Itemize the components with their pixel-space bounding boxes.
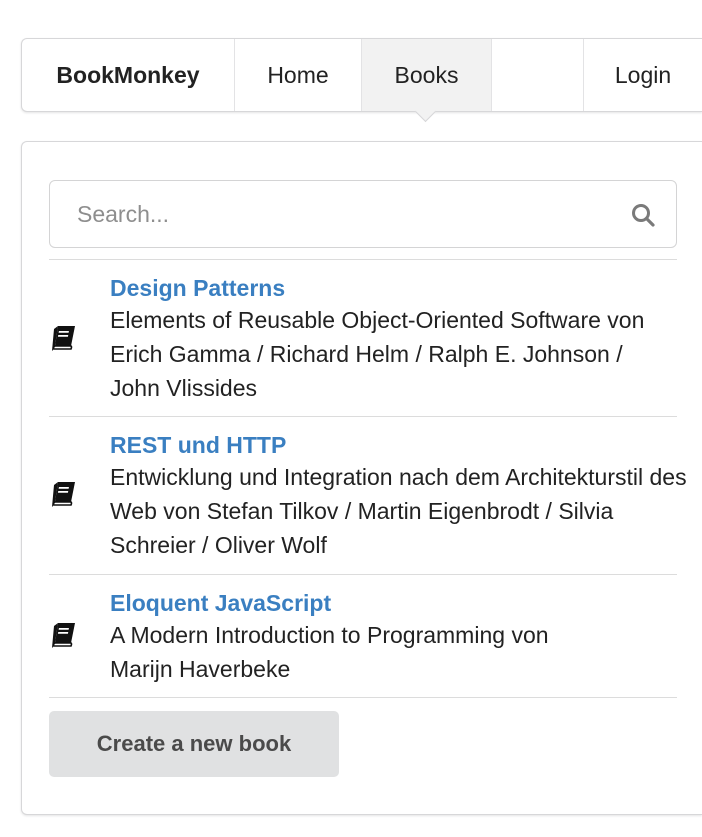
menu-spacer — [492, 39, 584, 111]
book-list: Design Patterns Elements of Reusable Obj… — [49, 259, 687, 698]
book-list-panel: Design Patterns Elements of Reusable Obj… — [21, 141, 702, 815]
book-description: A Modern Introduction to Programming von… — [110, 618, 610, 686]
book-title[interactable]: Design Patterns — [110, 273, 677, 303]
list-item[interactable]: Eloquent JavaScript A Modern Introductio… — [49, 575, 677, 698]
list-item[interactable]: REST und HTTP Entwicklung und Integratio… — [49, 417, 687, 575]
book-description: Elements of Reusable Object-Oriented Sof… — [110, 303, 670, 405]
book-title[interactable]: REST und HTTP — [110, 430, 677, 460]
book-icon — [52, 482, 75, 507]
search-icon[interactable] — [630, 202, 656, 228]
create-book-button[interactable]: Create a new book — [49, 711, 339, 777]
book-icon — [52, 623, 75, 648]
book-subtitle: Elements of Reusable Object-Oriented Sof… — [110, 307, 601, 333]
search-input[interactable] — [50, 184, 637, 244]
nav-books-label: Books — [394, 61, 459, 88]
top-menu: BookMonkey Home Books Login — [21, 38, 702, 123]
book-icon — [52, 326, 75, 351]
book-content: Eloquent JavaScript A Modern Introductio… — [110, 575, 677, 686]
book-title[interactable]: Eloquent JavaScript — [110, 588, 677, 618]
active-pointer — [414, 100, 437, 123]
nav-home[interactable]: Home — [235, 39, 362, 111]
nav-login[interactable]: Login — [584, 39, 702, 111]
book-authors: von Stefan Tilkov / Martin Eigenbrodt / … — [110, 498, 614, 558]
brand-link[interactable]: BookMonkey — [22, 39, 235, 111]
book-description: Entwicklung und Integration nach dem Arc… — [110, 460, 690, 562]
list-item[interactable]: Design Patterns Elements of Reusable Obj… — [49, 260, 677, 417]
search-box — [49, 180, 677, 248]
book-subtitle: A Modern Introduction to Programming — [110, 622, 506, 648]
book-content: Design Patterns Elements of Reusable Obj… — [110, 260, 677, 405]
nav-books[interactable]: Books — [362, 39, 492, 123]
book-content: REST und HTTP Entwicklung und Integratio… — [110, 417, 687, 562]
